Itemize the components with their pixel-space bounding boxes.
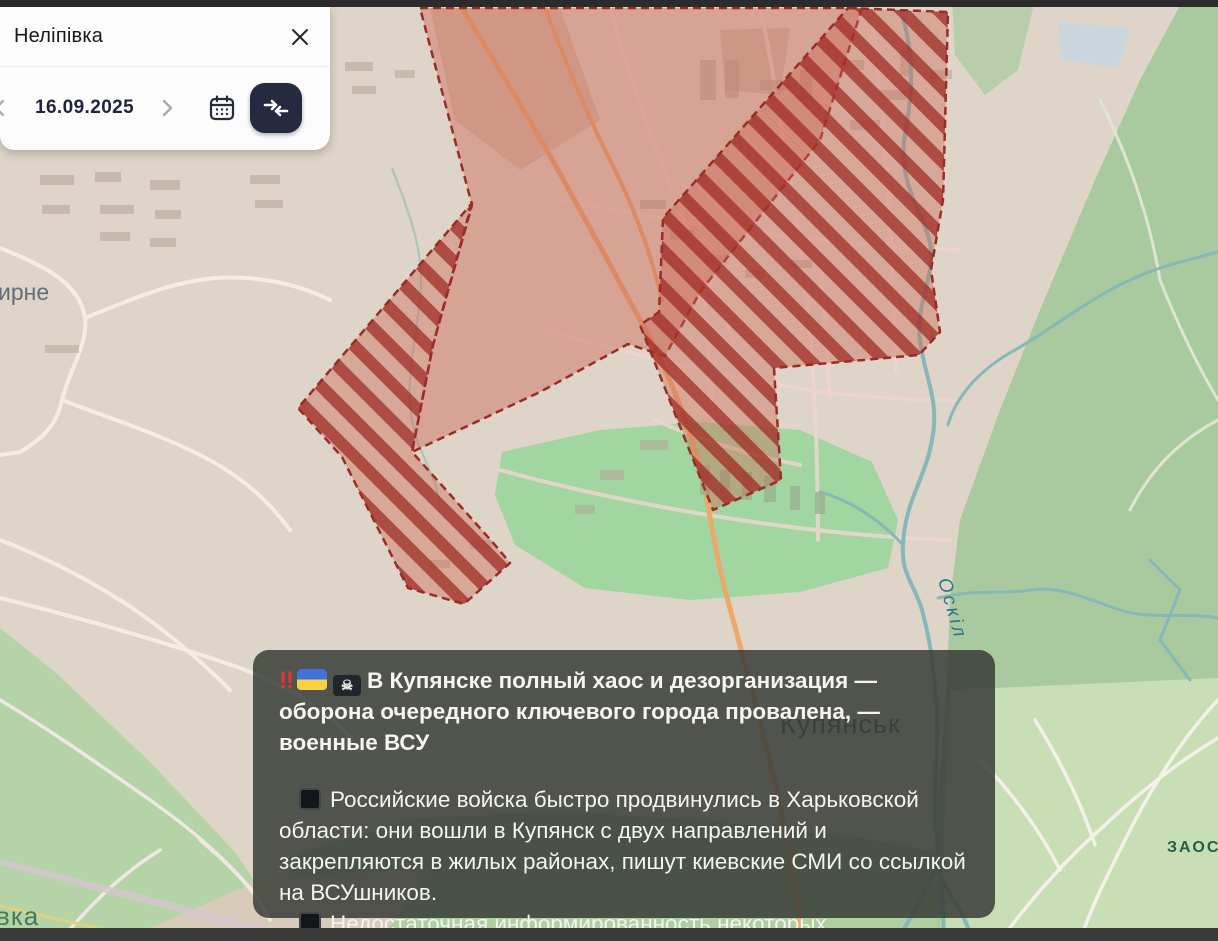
jump-to-date-button[interactable]	[250, 83, 302, 133]
date-navigation: 16.09.2025	[0, 67, 330, 149]
ukraine-flag-icon	[297, 669, 327, 690]
panel-header: Неліпівка	[0, 7, 330, 67]
map-label-myrne: ирне	[0, 279, 49, 305]
close-icon[interactable]	[288, 25, 312, 49]
window-bottom-bar	[0, 928, 1218, 941]
news-paragraph: Российские войска быстро продвинулись в …	[279, 784, 969, 908]
news-popup[interactable]: !! ☠В Купянске полный хаос и дезорганизац…	[253, 650, 995, 918]
double-exclamation-icon: !!	[279, 665, 293, 696]
pirate-flag-icon: ☠	[333, 675, 361, 696]
map-label-vka: вка	[0, 901, 39, 931]
page-title: Неліпівка	[14, 25, 103, 48]
news-headline-text: В Купянске полный хаос и дезорганизация …	[279, 668, 880, 755]
chevron-right-icon[interactable]	[156, 97, 178, 119]
location-panel: Неліпівка 16.09.2025	[0, 7, 330, 150]
app-window: ирне Купянськ Оскіл ЗАОСКІ вка Неліпівка…	[0, 0, 1218, 941]
news-headline: !! ☠В Купянске полный хаос и дезорганизац…	[279, 665, 969, 758]
arrows-collapse-icon	[261, 93, 291, 123]
selected-date: 16.09.2025	[35, 97, 134, 119]
news-paragraph-text: Российские войска быстро продвинулись в …	[279, 787, 966, 905]
map-label-zaoskil: ЗАОСКІ	[1167, 839, 1218, 856]
calendar-icon[interactable]	[208, 94, 236, 122]
black-square-bullet-icon	[299, 788, 321, 810]
chevron-left-icon[interactable]	[0, 97, 11, 119]
window-top-bar	[0, 0, 1218, 7]
